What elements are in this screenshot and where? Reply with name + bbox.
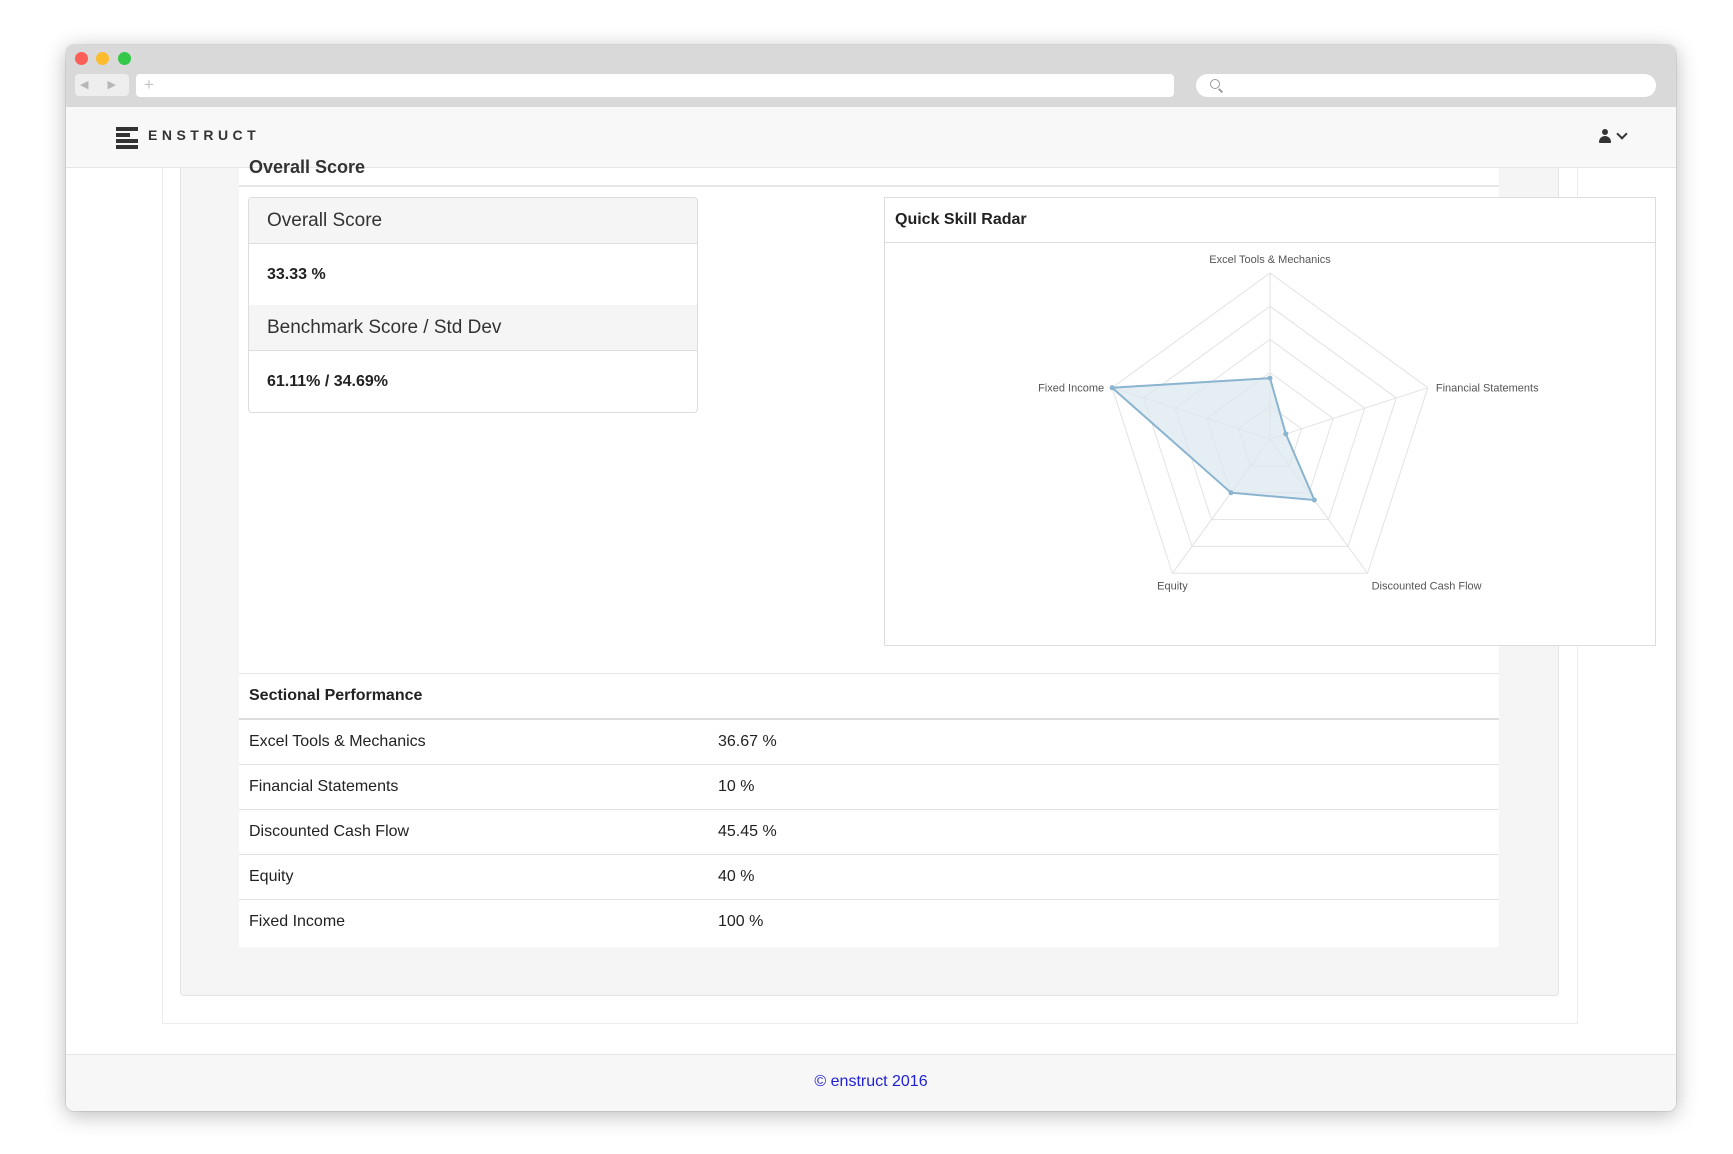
table-row: Fixed Income 100 % [239,900,1499,944]
radar-axis-label: Equity [1157,580,1188,592]
overall-score-value: 33.33 % [267,266,326,283]
sectional-performance-heading: Sectional Performance [239,673,1499,720]
footer-copyright[interactable]: © enstruct 2016 [814,1073,927,1090]
user-menu-dropdown[interactable] [1596,123,1636,149]
section-title: Overall Score [249,157,366,177]
maximize-window-button[interactable] [118,52,131,65]
benchmark-score-heading: Benchmark Score / Std Dev [249,305,697,351]
radar-axis-label: Financial Statements [1436,383,1539,395]
radar-data-point [1228,490,1234,496]
overall-score-heading: Overall Score [249,198,697,244]
radar-data-point [1311,497,1317,503]
address-bar[interactable]: + [136,74,1174,97]
user-icon [1598,129,1612,143]
divider [239,185,1499,187]
table-row: Excel Tools & Mechanics 36.67 % [239,720,1499,765]
radar-data-point [1109,385,1115,391]
section-name: Equity [249,868,294,885]
back-forward-buttons[interactable]: ◀ ▶ [75,74,129,96]
chevron-down-icon [1616,128,1628,140]
browser-search-bar[interactable] [1196,74,1656,97]
footer: © enstruct 2016 [66,1054,1676,1111]
browser-window: ◀ ▶ + ENSTRUCT Overall Score Overall Sco… [66,45,1676,1111]
section-name: Discounted Cash Flow [249,823,410,840]
section-name: Excel Tools & Mechanics [249,733,426,750]
radar-title: Quick Skill Radar [885,198,1655,243]
sectional-performance-table: Sectional Performance Excel Tools & Mech… [239,673,1499,944]
overall-score-panel: Overall Score 33.33 % Benchmark Score / … [248,197,698,413]
radar-data-point [1283,431,1289,437]
browser-chrome: ◀ ▶ + [66,45,1676,107]
benchmark-score-value: 61.11% / 34.69% [267,373,388,390]
section-score: 100 % [718,913,764,930]
radar-axis-line [1269,387,1429,440]
table-row: Equity 40 % [239,855,1499,900]
radar-axis-label: Discounted Cash Flow [1372,580,1482,592]
close-window-button[interactable] [75,52,88,65]
table-row: Financial Statements 10 % [239,765,1499,810]
radar-axis-label: Excel Tools & Mechanics [1209,254,1331,266]
section-score: 40 % [718,868,755,885]
table-row: Discounted Cash Flow 45.45 % [239,810,1499,855]
radar-chart: Excel Tools & Mechanics Financial Stateme… [1038,254,1539,592]
skill-radar-panel: Quick Skill Radar Excel Tools & Mechanic… [884,197,1656,646]
radar-axis-label: Fixed Income [1038,383,1104,395]
search-icon [1210,79,1220,89]
minimize-window-button[interactable] [96,52,109,65]
section-score: 10 % [718,778,755,795]
section-name: Fixed Income [249,913,346,930]
new-tab-icon[interactable]: + [144,75,154,95]
brand-name[interactable]: ENSTRUCT [148,127,260,143]
section-score: 36.67 % [718,733,777,750]
radar-data-point [1267,375,1273,381]
section-score: 45.45 % [718,823,777,840]
section-name: Financial Statements [249,778,399,795]
results-content: Overall Score Overall Score 33.33 % Benc… [239,157,1656,947]
enstruct-logo-icon[interactable] [116,127,138,149]
